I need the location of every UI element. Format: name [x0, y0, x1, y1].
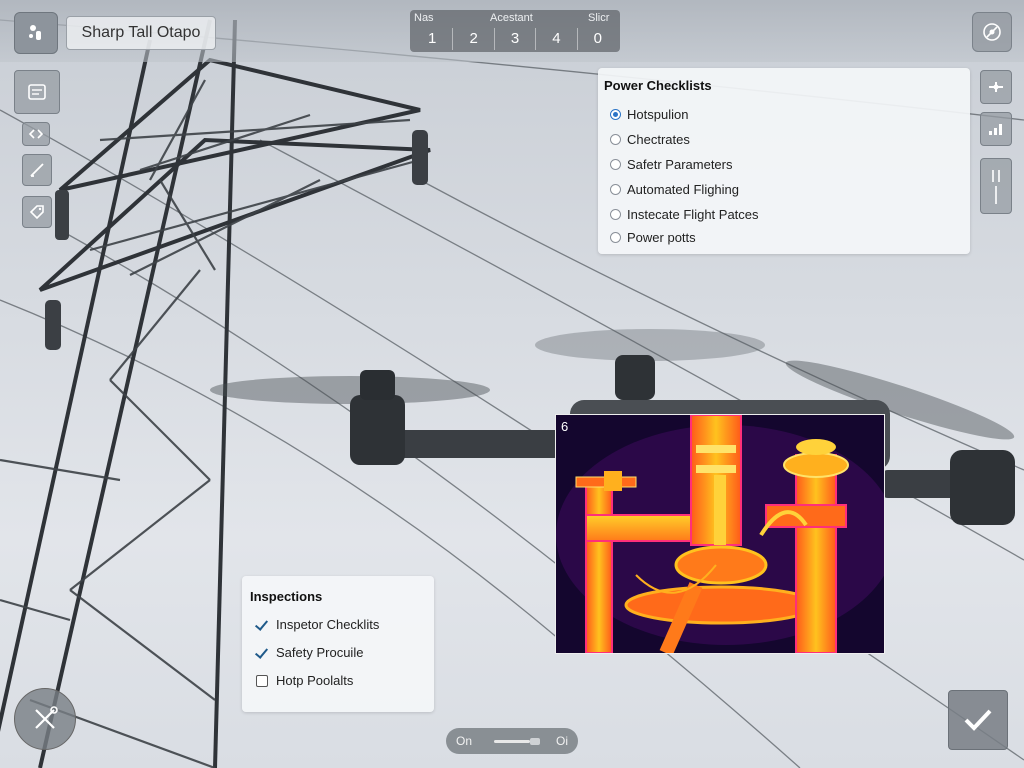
gimbal-icon [983, 23, 1001, 41]
thermal-view-label: 6 [561, 419, 569, 434]
checkbox[interactable] [256, 674, 268, 687]
counter-label: Nas [414, 12, 434, 24]
checklist-option-label: Power potts [627, 230, 696, 245]
camera-toggle[interactable]: On Oi [446, 728, 578, 754]
checklist-option-label: Chectrates [627, 132, 690, 147]
toggle-on-label: On [456, 734, 473, 748]
inspections-panel: Inspections Inspetor Checklits Safety Pr… [242, 576, 434, 712]
checklist-option[interactable]: Instecate Flight Patces [610, 207, 759, 222]
tools-button[interactable] [14, 688, 76, 750]
drone-icon [29, 25, 41, 40]
altitude-slider[interactable] [980, 158, 1012, 214]
toggle-track[interactable] [494, 740, 530, 743]
tag-icon [29, 205, 44, 220]
signal-button[interactable] [980, 112, 1012, 146]
signal-bars-icon [989, 124, 1002, 135]
toggle-off-label: Oi [556, 734, 568, 748]
inspection-item-label: Inspetor Checklits [276, 617, 380, 632]
checkbox[interactable] [256, 619, 268, 631]
power-checklists-panel: Power Checklists Hotspulion Chectrates S… [598, 68, 970, 254]
radio-button[interactable] [610, 134, 621, 145]
counter-label: Slicr [588, 12, 610, 24]
radio-button[interactable] [610, 109, 621, 120]
aircraft-icon [989, 82, 1003, 92]
layers-icon [28, 84, 46, 100]
toggle-knob[interactable] [530, 738, 540, 745]
checklist-option[interactable]: Safetr Parameters [610, 157, 733, 172]
radio-button[interactable] [610, 159, 621, 170]
tag-button[interactable] [22, 196, 52, 228]
inspection-item[interactable]: Safety Procuile [256, 645, 363, 660]
checklist-option-label: Hotspulion [627, 107, 689, 122]
inspection-item[interactable]: Hotp Poolalts [256, 673, 353, 688]
checkbox[interactable] [256, 647, 268, 659]
counter-cell[interactable]: 0 [578, 28, 618, 50]
settings-button[interactable] [972, 12, 1012, 52]
checklist-option-label: Automated Flighing [627, 182, 740, 197]
checklist-option-label: Safetr Parameters [627, 157, 733, 172]
wrench-icon [35, 706, 58, 729]
checklist-option[interactable]: Automated Flighing [610, 182, 739, 197]
mission-title-text: Sharp Tall Otapo [81, 24, 201, 41]
checklist-option[interactable]: Chectrates [610, 132, 690, 147]
counter-labels: Nas Acestant Slicr [410, 12, 620, 26]
power-checklists-title: Power Checklists [604, 78, 712, 93]
counter-cell[interactable]: 2 [453, 28, 495, 50]
edit-button[interactable] [22, 154, 52, 186]
counter-cell[interactable]: 4 [536, 28, 578, 50]
drone-mode-button[interactable] [980, 70, 1012, 104]
checkmark-icon [964, 709, 992, 731]
mission-title[interactable]: Sharp Tall Otapo [66, 16, 216, 50]
counter-cell[interactable]: 1 [412, 28, 454, 50]
counter-label: Acestant [490, 12, 533, 24]
confirm-button[interactable] [948, 690, 1008, 750]
inspection-item[interactable]: Inspetor Checklits [256, 617, 379, 632]
inspection-item-label: Hotp Poolalts [276, 673, 354, 688]
layers-button[interactable] [14, 70, 60, 114]
pencil-icon [30, 163, 44, 177]
checklist-option[interactable]: Hotspulion [610, 107, 688, 122]
inspection-item-label: Safety Procuile [276, 645, 364, 660]
app-menu-button[interactable] [14, 12, 58, 54]
radio-button[interactable] [610, 209, 621, 220]
counter-cell[interactable]: 3 [495, 28, 537, 50]
chevrons-icon [28, 129, 44, 139]
checklist-option[interactable]: Power potts [610, 230, 696, 245]
radio-button[interactable] [610, 184, 621, 195]
thermal-camera-view[interactable]: 6 [555, 414, 885, 654]
checklist-option-label: Instecate Flight Patces [627, 207, 759, 222]
slider-handle-icon [992, 170, 1000, 204]
flight-counter: Nas Acestant Slicr 1 2 3 4 0 [410, 10, 620, 52]
radio-button[interactable] [610, 232, 621, 243]
thermal-image [556, 415, 884, 653]
code-view-button[interactable] [22, 122, 50, 146]
inspections-title: Inspections [250, 589, 323, 604]
